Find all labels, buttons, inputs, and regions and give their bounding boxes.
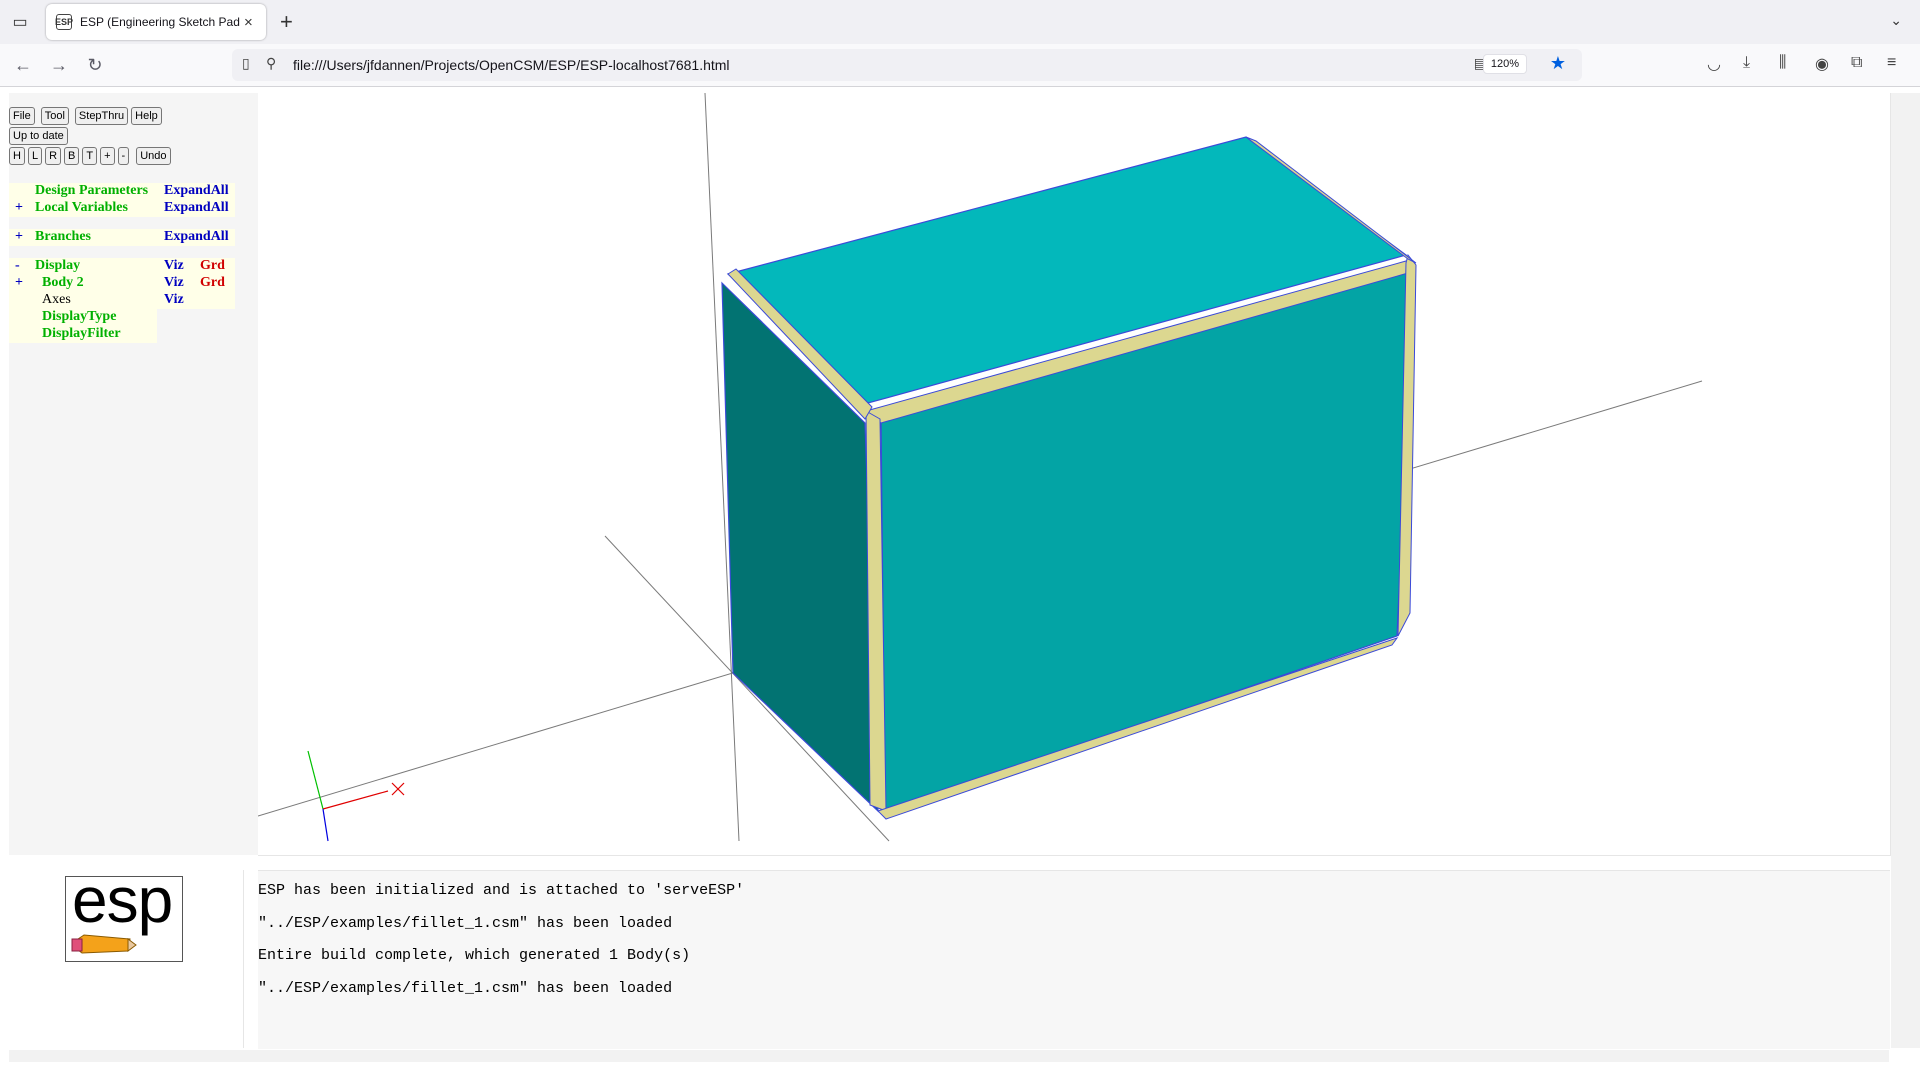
triad-axes [307,750,405,842]
url-text[interactable]: file:///Users/jfdannen/Projects/OpenCSM/… [293,57,730,73]
body-2-grd-toggle[interactable]: Grd [200,275,225,291]
graphics-viewport[interactable] [257,92,1891,856]
display-grd-toggle[interactable]: Grd [200,258,225,274]
navigation-bar: ← → ↻ ▯ ⚲ file:///Users/jfdannen/Project… [0,44,1920,87]
zoom-out-button[interactable]: - [117,147,130,165]
right-scroll-strip [1891,93,1920,1048]
pencil-icon [71,934,137,954]
branches-label[interactable]: Branches [35,229,91,245]
page-icon: ▯ [242,55,250,71]
design-parameters-expandall[interactable]: ExpandAll [164,183,229,199]
reload-icon[interactable]: ↻ [82,52,108,78]
view-bottom-button[interactable]: B [64,147,80,165]
message-line: ESP has been initialized and is attached… [258,882,745,899]
axes-viz-toggle[interactable]: Viz [164,292,184,308]
esp-logo: esp [65,864,183,962]
undo-button[interactable]: Undo [136,147,171,165]
download-icon[interactable]: ⤓ [1743,54,1750,72]
left-panel: File Tool StepThru Help Up to date H L R… [9,93,258,855]
message-console: ESP has been initialized and is attached… [258,870,1890,1049]
url-bar[interactable]: ▯ ⚲ file:///Users/jfdannen/Projects/Open… [232,49,1582,81]
tab-overview-icon[interactable]: ▭ [8,10,32,34]
esp-favicon-icon: ESP [55,14,73,30]
model-render[interactable] [257,92,1890,855]
view-home-button[interactable]: H [9,147,25,165]
tree-row-display: - Display Viz Grd [9,258,235,275]
display-type-label[interactable]: DisplayType [42,309,116,325]
tree-row-body-2: + Body 2 Viz Grd [9,275,235,292]
display-toggle[interactable]: - [15,258,20,274]
account-icon[interactable]: ◉ [1815,54,1829,74]
bottom-strip [9,1050,1889,1062]
tool-button[interactable]: Tool [40,107,69,125]
view-top-button[interactable]: T [82,147,98,165]
back-arrow-icon[interactable]: ← [10,52,36,78]
local-variables-expandall[interactable]: ExpandAll [164,200,229,216]
view-left-button[interactable]: L [27,147,43,165]
display-label[interactable]: Display [35,258,80,274]
esp-logo-text: esp [72,864,173,936]
message-line: Entire build complete, which generated 1… [258,947,691,964]
display-viz-toggle[interactable]: Viz [164,258,184,274]
message-line: "../ESP/examples/fillet_1.csm" has been … [258,980,673,997]
help-button[interactable]: Help [131,107,162,125]
tree-row-display-filter: DisplayFilter [9,326,157,343]
local-variables-label[interactable]: Local Variables [35,200,128,216]
view-button-row: H L R B T + - Undo [9,147,171,165]
tree-row-local-variables: + Local Variables ExpandAll [9,200,235,217]
tab-title: ESP (Engineering Sketch Pad, V [80,15,240,29]
forward-arrow-icon[interactable]: → [46,52,72,78]
zoom-in-button[interactable]: + [100,147,115,165]
stepthru-button[interactable]: StepThru [74,107,129,125]
up-to-date-button[interactable]: Up to date [9,127,68,145]
view-right-button[interactable]: R [45,147,62,165]
menu-button-row: File Tool StepThru Help [9,107,162,125]
tree-row-display-type: DisplayType [9,309,157,326]
close-tab-icon[interactable]: × [244,14,253,31]
branches-expandall[interactable]: ExpandAll [164,229,229,245]
bookmark-star-icon[interactable]: ★ [1550,53,1566,74]
design-parameters-label[interactable]: Design Parameters [35,183,148,199]
local-variables-toggle[interactable]: + [15,200,23,216]
branches-toggle[interactable]: + [15,229,23,245]
axes-label: Axes [42,292,71,307]
tree-row-design-parameters: Design Parameters ExpandAll [9,183,235,200]
tree-row-axes: Axes Viz [9,292,235,309]
body-2-toggle[interactable]: + [15,275,23,291]
zoom-level-badge[interactable]: 120% [1482,54,1527,74]
display-filter-label[interactable]: DisplayFilter [42,326,121,342]
body-2-viz-toggle[interactable]: Viz [164,275,184,291]
tab-esp[interactable]: ESP ESP (Engineering Sketch Pad, V × [46,4,266,40]
pocket-icon[interactable]: ◡ [1707,54,1721,74]
new-tab-icon[interactable]: + [280,10,293,34]
body-2-label[interactable]: Body 2 [42,275,84,291]
tab-bar: ▭ ESP ESP (Engineering Sketch Pad, V × +… [0,0,1920,44]
menu-icon[interactable]: ≡ [1887,54,1896,72]
status-row: Up to date [9,127,68,145]
library-icon[interactable]: ⫼ [1779,54,1786,72]
message-line: "../ESP/examples/fillet_1.csm" has been … [258,915,673,932]
file-button[interactable]: File [9,107,35,125]
logo-panel: esp [9,864,244,1048]
tree-row-branches: + Branches ExpandAll [9,229,235,246]
chevron-down-icon[interactable]: ⌄ [1890,12,1902,29]
extensions-icon[interactable]: ⧉ [1851,54,1862,72]
site-info-icon[interactable]: ⚲ [266,55,276,72]
